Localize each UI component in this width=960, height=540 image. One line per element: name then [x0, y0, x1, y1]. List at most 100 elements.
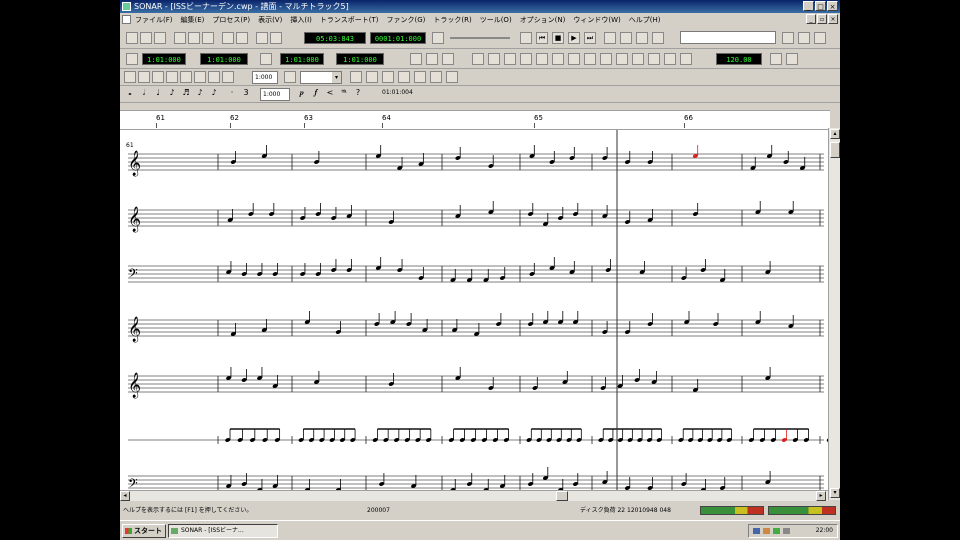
panic-icon[interactable] [782, 32, 794, 44]
mdi-minimize-button[interactable]: _ [806, 14, 816, 24]
menu-tools[interactable]: ツール(O) [480, 15, 512, 25]
tempo-up-icon[interactable] [786, 53, 798, 65]
dynamics-icon[interactable]: 𝆏 [296, 88, 308, 100]
sysx-icon[interactable] [632, 53, 644, 65]
draw-tool-icon[interactable] [138, 71, 150, 83]
markers-view-icon[interactable] [648, 53, 660, 65]
pattern-combo[interactable] [680, 31, 776, 44]
save-icon[interactable] [154, 32, 166, 44]
staff-view-icon[interactable] [520, 53, 532, 65]
select-start-icon[interactable] [410, 53, 422, 65]
menu-transport[interactable]: トランスポート(T) [320, 15, 379, 25]
undo-history-icon[interactable] [256, 32, 268, 44]
loop-start-field[interactable]: 1:01:000 [142, 53, 186, 65]
scroll-left-button[interactable]: ◂ [120, 491, 130, 501]
tempo-down-icon[interactable] [770, 53, 782, 65]
half-note-icon[interactable]: 𝅗𝅥 [138, 88, 150, 100]
menu-help[interactable]: ヘルプ(H) [629, 15, 661, 25]
expression-icon[interactable]: 𝆑 [310, 88, 322, 100]
menu-options[interactable]: オプション(N) [520, 15, 566, 25]
open-folder-icon[interactable] [140, 32, 152, 44]
snap-value-field[interactable]: 1:000 [252, 71, 278, 84]
network-icon[interactable] [753, 528, 760, 534]
menu-goto[interactable]: ファンク(G) [386, 15, 425, 25]
markers-icon[interactable] [798, 32, 810, 44]
marker-add-icon[interactable] [442, 53, 454, 65]
maximize-button[interactable]: □ [815, 1, 826, 11]
menu-edit[interactable]: 編集(E) [181, 15, 205, 25]
meter-key-icon[interactable] [616, 53, 628, 65]
cut-icon[interactable] [174, 32, 186, 44]
record-icon[interactable] [604, 32, 616, 44]
tool-icon[interactable] [814, 32, 826, 44]
vertical-scrollbar[interactable]: ▴ ▾ [828, 128, 840, 500]
transpose-icon[interactable] [366, 71, 378, 83]
document-icon[interactable] [122, 15, 131, 24]
scroll-right-button[interactable]: ▸ [816, 491, 826, 501]
chord-icon[interactable] [446, 71, 458, 83]
mdi-close-button[interactable]: × [828, 14, 838, 24]
punch-end-field[interactable]: 1:01:000 [336, 53, 384, 65]
mdi-restore-button[interactable]: ▫ [817, 14, 827, 24]
staff-view[interactable]: 𝄞 𝄞 𝄢 𝄞 𝄞 𝄢 61 [120, 130, 840, 494]
snap-options-icon[interactable] [208, 71, 220, 83]
dot-icon[interactable]: · [226, 88, 238, 100]
copy-icon[interactable] [188, 32, 200, 44]
snap-icon[interactable] [194, 71, 206, 83]
ime-icon[interactable] [783, 528, 790, 534]
minimize-button[interactable]: _ [803, 1, 814, 11]
undo-icon[interactable] [222, 32, 234, 44]
now-measure-display[interactable]: 0001:01:000 [370, 32, 426, 44]
audio-engine-icon[interactable] [652, 32, 664, 44]
loop-record-icon[interactable] [636, 32, 648, 44]
pedal-icon[interactable]: 𝆮 [338, 88, 350, 100]
rewind-icon[interactable] [432, 32, 444, 44]
quantize-icon[interactable] [382, 71, 394, 83]
metronome-icon[interactable] [520, 32, 532, 44]
eighth-note-icon[interactable]: ♪ [166, 88, 178, 100]
step-record-icon[interactable] [620, 32, 632, 44]
sixty-fourth-note-icon[interactable]: ♪ [208, 88, 220, 100]
select-tool-icon[interactable] [124, 71, 136, 83]
fit-icon[interactable] [414, 71, 426, 83]
menu-insert[interactable]: 挿入(I) [290, 15, 312, 25]
loop-end-field[interactable]: 1:01:000 [200, 53, 248, 65]
volume-icon[interactable] [763, 528, 770, 534]
console-icon[interactable] [536, 53, 548, 65]
new-file-icon[interactable] [126, 32, 138, 44]
layout-icon[interactable] [398, 71, 410, 83]
horizontal-scroll-thumb[interactable] [556, 491, 568, 501]
tempo-display[interactable]: 120.00 [716, 53, 762, 65]
print-preview-icon[interactable] [430, 71, 442, 83]
stop-icon[interactable]: ■ [552, 32, 564, 44]
grid-icon[interactable] [222, 71, 234, 83]
loop-toggle-icon[interactable] [126, 53, 138, 65]
loop-construction-icon[interactable] [552, 53, 564, 65]
thirty-second-note-icon[interactable]: ♪ [194, 88, 206, 100]
taskbar-sonar-button[interactable]: SONAR - [ISSビーナ... [168, 524, 278, 538]
piano-roll-icon[interactable] [488, 53, 500, 65]
sixteenth-note-icon[interactable]: ♬ [180, 88, 192, 100]
scroll-down-button[interactable]: ▾ [830, 488, 840, 498]
triplet-icon[interactable]: 3 [240, 88, 252, 100]
note-duration-combo[interactable]: ▾ [300, 71, 342, 84]
event-list-icon[interactable] [504, 53, 516, 65]
video-icon[interactable] [584, 53, 596, 65]
help-bulb-icon[interactable] [270, 32, 282, 44]
trim-icon[interactable] [350, 71, 362, 83]
menu-view[interactable]: 表示(V) [258, 15, 282, 25]
time-ruler[interactable]: 61 62 63 64 65 66 [120, 110, 830, 130]
start-button[interactable]: スタート [122, 524, 166, 538]
chord-symbol-icon[interactable]: ? [352, 88, 364, 100]
security-icon[interactable] [773, 528, 780, 534]
redo-icon[interactable] [236, 32, 248, 44]
synth-rack-icon[interactable] [680, 53, 692, 65]
note-duration-icon[interactable] [284, 71, 296, 83]
punch-start-field[interactable]: 1:01:000 [280, 53, 324, 65]
vertical-scroll-thumb[interactable] [830, 142, 840, 158]
paste-icon[interactable] [202, 32, 214, 44]
hairpin-icon[interactable]: < [324, 88, 336, 100]
score-canvas[interactable]: 𝄞 𝄞 𝄢 𝄞 𝄞 𝄢 [120, 130, 840, 494]
menu-process[interactable]: プロセス(P) [212, 15, 250, 25]
erase-tool-icon[interactable] [152, 71, 164, 83]
